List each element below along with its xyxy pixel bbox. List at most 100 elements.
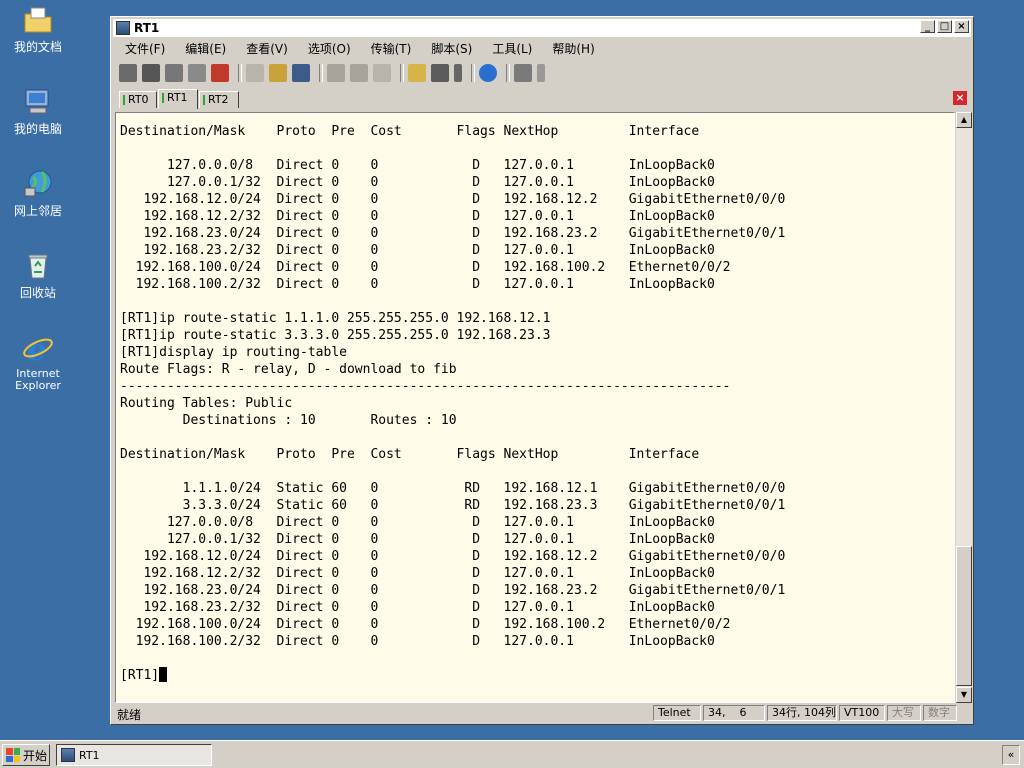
- extra-icon[interactable]: [514, 64, 532, 82]
- terminal-line: Route Flags: R - relay, D - download to …: [120, 362, 457, 377]
- tab-status-indicator: [203, 95, 205, 105]
- connect-icon[interactable]: [119, 64, 137, 82]
- scroll-down-button[interactable]: ▼: [956, 687, 972, 703]
- status-protocol: Telnet: [653, 705, 701, 721]
- status-bar: 就绪 Telnet 34, 6 34行, 104列 VT100 大写 数字: [113, 704, 971, 722]
- terminal-line: 127.0.0.1/32 Direct 0 0 D 127.0.0.1 InLo…: [120, 175, 715, 190]
- start-button[interactable]: 开始: [2, 744, 50, 766]
- close-button[interactable]: ×: [954, 20, 969, 33]
- minimize-button[interactable]: _: [920, 20, 935, 33]
- toolbar-separator: [471, 64, 475, 82]
- tray-expand-icon[interactable]: «: [1002, 745, 1020, 765]
- desktop-icon-my-documents[interactable]: 我的文档: [4, 4, 72, 54]
- desktop-icon-label: 我的电脑: [13, 122, 62, 136]
- terminal-line: 192.168.100.0/24 Direct 0 0 D 192.168.10…: [120, 617, 731, 632]
- copy-icon[interactable]: [246, 64, 264, 82]
- status-cursor-position: 34, 6: [703, 705, 765, 721]
- menu-edit[interactable]: 编辑(E): [173, 40, 234, 57]
- disconnect-icon[interactable]: [211, 64, 229, 82]
- paste-icon[interactable]: [269, 64, 287, 82]
- toolbar-separator: [400, 64, 404, 82]
- tab-label: RT1: [167, 91, 188, 104]
- terminal-line: 192.168.100.0/24 Direct 0 0 D 192.168.10…: [120, 260, 731, 275]
- terminal-line: Destinations : 10 Routes : 10: [120, 413, 457, 428]
- terminal-line: 127.0.0.0/8 Direct 0 0 D 127.0.0.1 InLoo…: [120, 158, 715, 173]
- toolbar-separator: [506, 64, 510, 82]
- terminal-line: Destination/Mask Proto Pre Cost Flags Ne…: [120, 124, 700, 139]
- tab-label: RT2: [208, 93, 229, 106]
- terminal-line: 192.168.100.2/32 Direct 0 0 D 127.0.0.1 …: [120, 277, 715, 292]
- terminal-line: Destination/Mask Proto Pre Cost Flags Ne…: [120, 447, 700, 462]
- tab-label: RT0: [128, 93, 149, 106]
- desktop-icon-label: 我的文档: [13, 40, 62, 54]
- terminal-line: [RT1]: [120, 667, 785, 684]
- terminal-line: Routing Tables: Public: [120, 396, 293, 411]
- recycle-bin-icon: [22, 250, 54, 282]
- terminal-line: 1.1.1.0/24 Static 60 0 RD 192.168.12.1 G…: [120, 481, 786, 496]
- terminal-line: 192.168.12.0/24 Direct 0 0 D 192.168.12.…: [120, 549, 786, 564]
- menu-transfer[interactable]: 传输(T): [359, 40, 420, 57]
- tab-rt0[interactable]: RT0: [119, 91, 157, 108]
- terminal-line: ----------------------------------------…: [120, 379, 731, 394]
- print-setup-icon[interactable]: [350, 64, 368, 82]
- help-icon[interactable]: [479, 64, 497, 82]
- print-screen-icon[interactable]: [373, 64, 391, 82]
- print-icon[interactable]: [327, 64, 345, 82]
- app-icon: [116, 21, 130, 35]
- terminal-line: 192.168.23.2/32 Direct 0 0 D 127.0.0.1 I…: [120, 243, 715, 258]
- menu-bar: 文件(F) 编辑(E) 查看(V) 选项(O) 传输(T) 脚本(S) 工具(L…: [113, 38, 971, 58]
- menu-tools[interactable]: 工具(L): [480, 40, 540, 57]
- toolbar-separator: [238, 64, 242, 82]
- terminal-line: 192.168.12.2/32 Direct 0 0 D 127.0.0.1 I…: [120, 209, 715, 224]
- quick-connect-icon[interactable]: [142, 64, 160, 82]
- toolbar: [113, 60, 971, 86]
- menu-options[interactable]: 选项(O): [296, 40, 359, 57]
- status-ready: 就绪: [117, 708, 142, 722]
- menu-script[interactable]: 脚本(S): [419, 40, 480, 57]
- computer-icon: [22, 86, 54, 118]
- menu-help[interactable]: 帮助(H): [540, 40, 602, 57]
- connect-tab-icon[interactable]: [165, 64, 183, 82]
- start-label: 开始: [23, 748, 48, 763]
- folder-icon: [22, 4, 54, 36]
- svg-text:e: e: [27, 333, 46, 364]
- keymap-icon[interactable]: [454, 64, 462, 82]
- close-tab-icon[interactable]: ×: [953, 91, 967, 105]
- toolbar-overflow-icon[interactable]: [537, 64, 545, 82]
- scroll-thumb[interactable]: [956, 546, 972, 686]
- desktop-icon-my-computer[interactable]: 我的电脑: [4, 86, 72, 136]
- desktop-icon-label: 网上邻居: [13, 204, 62, 218]
- terminal-line: 3.3.3.0/24 Static 60 0 RD 192.168.23.3 G…: [120, 498, 786, 513]
- taskbar: 开始 RT1 «: [0, 740, 1024, 768]
- find-icon[interactable]: [292, 64, 310, 82]
- tab-rt2[interactable]: RT2: [199, 91, 239, 108]
- global-options-icon[interactable]: [431, 64, 449, 82]
- desktop-icon-recycle-bin[interactable]: 回收站: [4, 250, 72, 300]
- terminal-line: 192.168.23.0/24 Direct 0 0 D 192.168.23.…: [120, 226, 786, 241]
- menu-view[interactable]: 查看(V): [234, 40, 296, 57]
- reconnect-icon[interactable]: [188, 64, 206, 82]
- terminal-line: 127.0.0.0/8 Direct 0 0 D 127.0.0.1 InLoo…: [120, 515, 715, 530]
- maximize-button[interactable]: □: [937, 20, 952, 33]
- taskbar-item-rt1[interactable]: RT1: [56, 744, 212, 766]
- securecrt-window: RT1 _ □ × 文件(F) 编辑(E) 查看(V) 选项(O) 传输(T) …: [110, 16, 974, 725]
- terminal-line: 192.168.100.2/32 Direct 0 0 D 127.0.0.1 …: [120, 634, 715, 649]
- title-bar[interactable]: RT1 _ □ ×: [113, 19, 971, 37]
- vertical-scrollbar[interactable]: ▲ ▼: [956, 112, 972, 703]
- menu-file[interactable]: 文件(F): [113, 40, 173, 57]
- terminal-output[interactable]: Destination/Mask Proto Pre Cost Flags Ne…: [115, 112, 955, 703]
- desktop-icon-network[interactable]: 网上邻居: [4, 168, 72, 218]
- terminal-lines: Destination/Mask Proto Pre Cost Flags Ne…: [120, 123, 785, 684]
- session-options-icon[interactable]: [408, 64, 426, 82]
- windows-logo-icon: [6, 748, 20, 762]
- terminal-line: 192.168.12.0/24 Direct 0 0 D 192.168.12.…: [120, 192, 786, 207]
- scroll-up-button[interactable]: ▲: [956, 112, 972, 128]
- terminal-cursor: [159, 667, 168, 682]
- tab-status-indicator: [123, 95, 125, 105]
- internet-explorer-icon: e: [22, 332, 54, 368]
- tab-rt1[interactable]: RT1: [158, 89, 198, 109]
- desktop-icon-internet-explorer[interactable]: e Internet Explorer: [4, 332, 72, 392]
